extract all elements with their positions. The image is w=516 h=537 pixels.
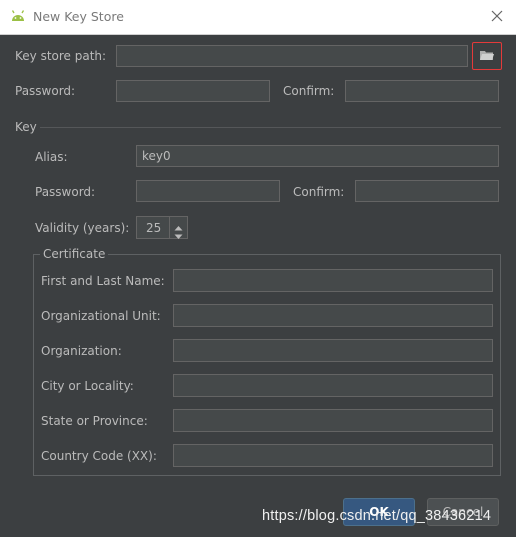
- alias-input[interactable]: [136, 145, 499, 167]
- chevron-down-icon[interactable]: [174, 229, 183, 243]
- key-confirm-label: Confirm:: [293, 185, 345, 199]
- city-locality-label: City or Locality:: [41, 379, 134, 393]
- first-last-name-input[interactable]: [173, 269, 493, 292]
- keystore-password-input[interactable]: [116, 80, 270, 102]
- keystore-path-input[interactable]: [116, 45, 468, 67]
- close-icon: [491, 10, 503, 25]
- organizational-unit-label: Organizational Unit:: [41, 309, 161, 323]
- country-code-input[interactable]: [173, 444, 493, 467]
- spinner-arrows[interactable]: [169, 217, 188, 239]
- window-title: New Key Store: [33, 9, 124, 24]
- organization-label: Organization:: [41, 344, 122, 358]
- city-locality-input[interactable]: [173, 374, 493, 397]
- android-icon: [10, 9, 26, 23]
- certificate-group-label: Certificate: [40, 247, 109, 261]
- alias-label: Alias:: [35, 150, 68, 164]
- folder-open-icon: [479, 49, 495, 64]
- country-code-label: Country Code (XX):: [41, 449, 157, 463]
- first-last-name-label: First and Last Name:: [41, 274, 165, 288]
- key-password-label: Password:: [35, 185, 96, 199]
- validity-value[interactable]: 25: [146, 221, 161, 235]
- organizational-unit-input[interactable]: [173, 304, 493, 327]
- state-province-input[interactable]: [173, 409, 493, 432]
- keystore-confirm-label: Confirm:: [283, 84, 335, 98]
- keystore-path-label: Key store path:: [15, 49, 107, 63]
- key-section-divider: [40, 127, 501, 128]
- keystore-confirm-input[interactable]: [345, 80, 499, 102]
- key-section-label: Key: [15, 120, 37, 134]
- validity-spinner[interactable]: 25: [136, 216, 188, 239]
- state-province-label: State or Province:: [41, 414, 148, 428]
- key-confirm-input[interactable]: [355, 180, 499, 202]
- organization-input[interactable]: [173, 339, 493, 362]
- keystore-password-label: Password:: [15, 84, 76, 98]
- key-password-input[interactable]: [136, 180, 280, 202]
- close-button[interactable]: [484, 4, 510, 30]
- title-bar: New Key Store: [0, 0, 516, 35]
- validity-label: Validity (years):: [35, 221, 130, 235]
- watermark-text: https://blog.csdn.net/qq_38436214: [262, 508, 492, 524]
- browse-button[interactable]: [472, 42, 502, 70]
